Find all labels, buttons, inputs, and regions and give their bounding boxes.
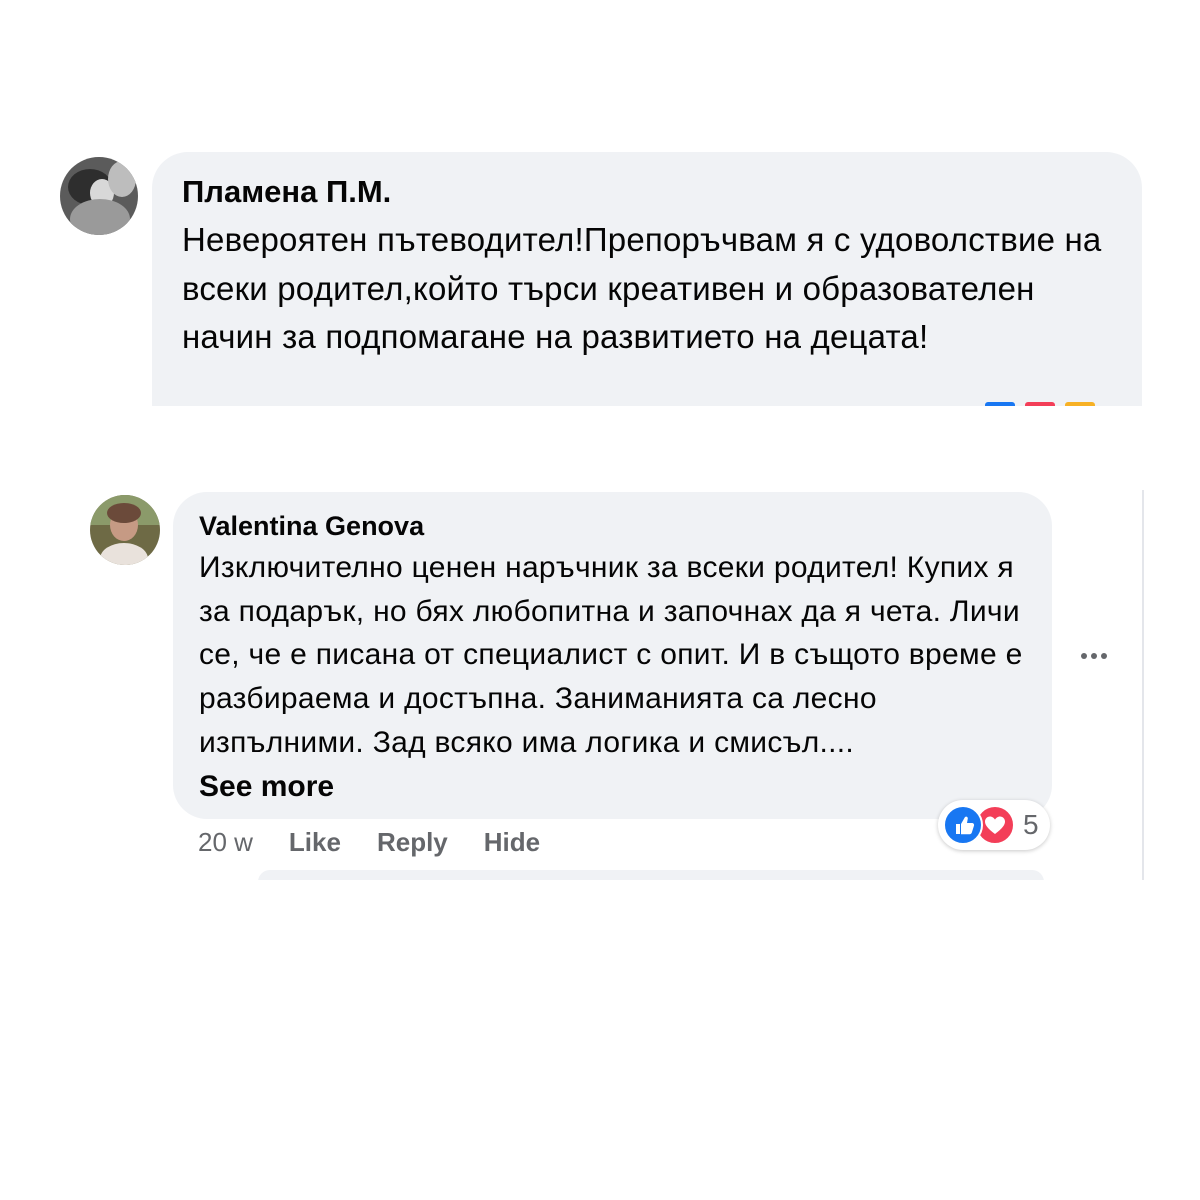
comment-bubble: Пламена П.М. Невероятен пътеводител!Преп… (152, 152, 1142, 406)
user-avatar[interactable] (90, 495, 160, 565)
crop-divider (152, 406, 1142, 414)
crop-area (54, 880, 1154, 1200)
see-more-link[interactable]: See more (199, 765, 1026, 809)
comment-bubble: Valentina Genova Изключително ценен наръ… (173, 492, 1052, 819)
hide-button[interactable]: Hide (484, 827, 540, 858)
comment-timestamp[interactable]: 20 w (198, 827, 253, 858)
like-button[interactable]: Like (289, 827, 341, 858)
reply-button[interactable]: Reply (377, 827, 448, 858)
reaction-count: 5 (1023, 809, 1039, 840)
reaction-summary[interactable]: 5 (938, 800, 1050, 850)
comment-author[interactable]: Пламена П.М. (182, 172, 1112, 212)
like-reaction-icon (943, 805, 983, 845)
panel-border (1142, 490, 1144, 882)
comment-text: Невероятен пътеводител!Препоръчвам я с у… (182, 221, 1102, 355)
more-options-icon[interactable] (1072, 640, 1116, 672)
comment-author[interactable]: Valentina Genova (199, 508, 1026, 544)
user-avatar[interactable] (60, 157, 138, 235)
comment-text: Изключително ценен наръчник за всеки род… (199, 551, 1023, 759)
comment-actions: 20 w Like Reply Hide (198, 822, 576, 862)
